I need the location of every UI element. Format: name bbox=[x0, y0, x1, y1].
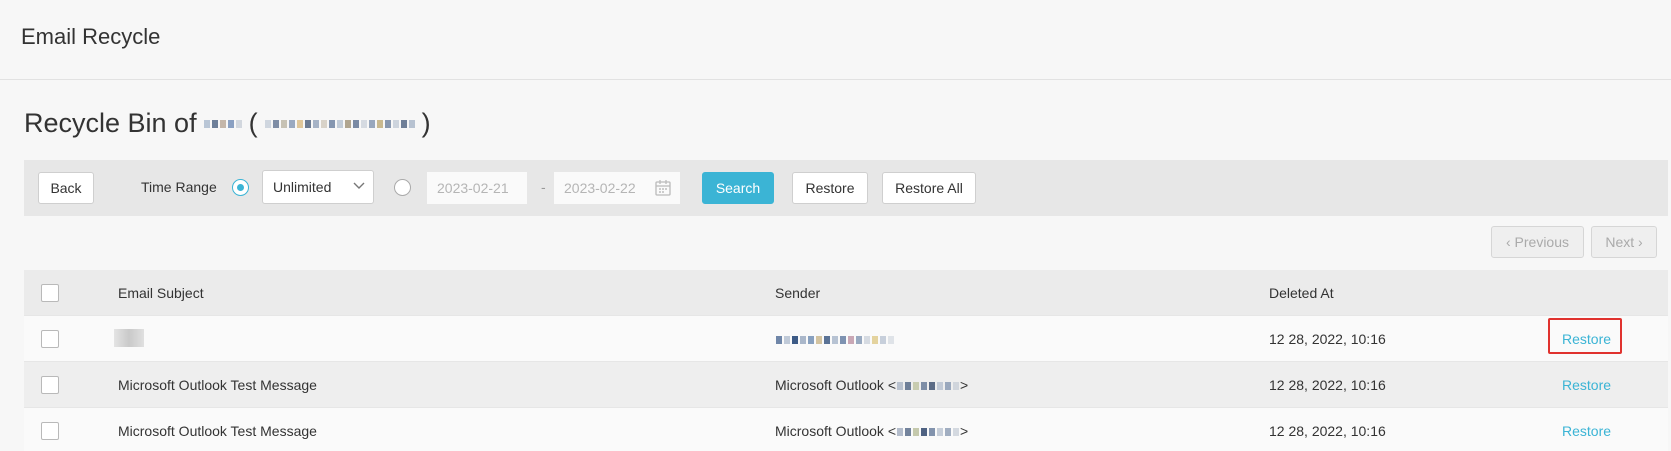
restore-all-button[interactable]: Restore All bbox=[882, 172, 976, 204]
redacted-sender-email bbox=[896, 375, 960, 397]
time-range-select[interactable]: Unlimited bbox=[262, 170, 374, 204]
table-header-row: Email Subject Sender Deleted At bbox=[24, 270, 1668, 316]
email-subject-cell: Microsoft Outlook Test Message bbox=[118, 423, 317, 439]
table-row: 12 28, 2022, 10:16 Restore bbox=[24, 316, 1668, 362]
next-page-button[interactable]: Next › bbox=[1591, 226, 1657, 258]
top-bar: Email Recycle bbox=[0, 0, 1671, 80]
column-header-deleted-at: Deleted At bbox=[1269, 285, 1334, 301]
redacted-sender bbox=[775, 316, 895, 362]
row-checkbox[interactable] bbox=[41, 330, 59, 348]
row-checkbox[interactable] bbox=[41, 376, 59, 394]
restore-row-link[interactable]: Restore bbox=[1562, 408, 1611, 451]
page-title-prefix: Recycle Bin of bbox=[24, 108, 197, 138]
redacted-user-email bbox=[264, 113, 416, 135]
select-all-checkbox[interactable] bbox=[41, 284, 59, 302]
search-button[interactable]: Search bbox=[702, 172, 774, 204]
row-checkbox[interactable] bbox=[41, 422, 59, 440]
start-date-input[interactable]: 2023-02-21 bbox=[427, 172, 527, 204]
restore-button[interactable]: Restore bbox=[792, 172, 868, 204]
table-row: Microsoft Outlook Test Message Microsoft… bbox=[24, 408, 1668, 451]
time-range-custom-radio[interactable] bbox=[394, 179, 411, 196]
time-range-unlimited-radio[interactable] bbox=[232, 179, 249, 196]
redacted-user-name bbox=[203, 113, 243, 135]
page-title-open-paren: ( bbox=[248, 108, 258, 138]
filter-toolbar: Back Time Range Unlimited 2023-02-21 - 2… bbox=[24, 160, 1668, 216]
deleted-at-cell: 12 28, 2022, 10:16 bbox=[1269, 331, 1386, 347]
sender-cell: Microsoft Outlook < > bbox=[775, 408, 968, 451]
restore-row-link[interactable]: Restore bbox=[1562, 362, 1611, 408]
deleted-emails-table: Email Subject Sender Deleted At 12 28, 2… bbox=[24, 270, 1668, 451]
page-title-close-paren: ) bbox=[421, 108, 431, 138]
time-range-label: Time Range bbox=[141, 179, 217, 195]
restore-highlight-box bbox=[1548, 318, 1622, 354]
back-button[interactable]: Back bbox=[38, 172, 94, 204]
table-row: Microsoft Outlook Test Message Microsoft… bbox=[24, 362, 1668, 408]
time-range-select-value: Unlimited bbox=[273, 179, 332, 195]
deleted-at-cell: 12 28, 2022, 10:16 bbox=[1269, 423, 1386, 439]
sender-cell: Microsoft Outlook < > bbox=[775, 362, 968, 408]
redacted-sender-email bbox=[896, 421, 960, 443]
app-title: Email Recycle bbox=[21, 24, 161, 49]
column-header-subject: Email Subject bbox=[118, 285, 204, 301]
deleted-at-cell: 12 28, 2022, 10:16 bbox=[1269, 377, 1386, 393]
redacted-email-subject bbox=[114, 329, 144, 347]
date-separator: - bbox=[541, 179, 546, 195]
calendar-icon[interactable] bbox=[654, 179, 672, 197]
previous-page-button[interactable]: ‹ Previous bbox=[1491, 226, 1584, 258]
column-header-sender: Sender bbox=[775, 285, 821, 301]
chevron-down-icon bbox=[353, 182, 365, 189]
page-title: Recycle Bin of ( ) bbox=[24, 108, 431, 139]
email-subject-cell: Microsoft Outlook Test Message bbox=[118, 377, 317, 393]
